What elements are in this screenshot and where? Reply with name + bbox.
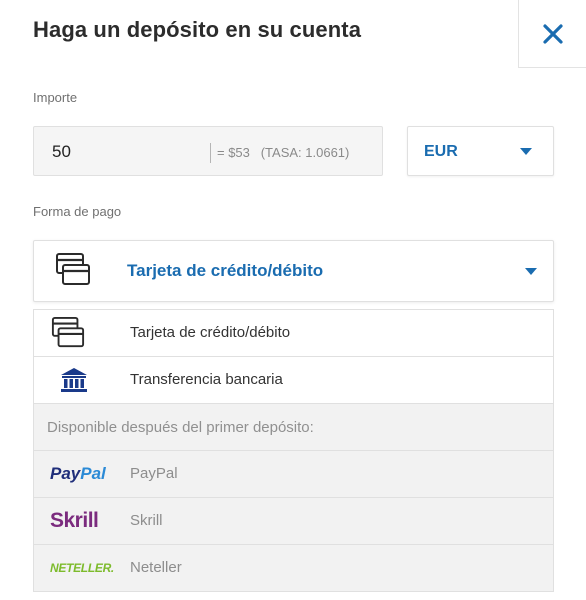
bank-icon <box>60 365 120 395</box>
option-credit-card[interactable]: Tarjeta de crédito/débito <box>34 310 553 357</box>
option-bank-transfer[interactable]: Transferencia bancaria <box>34 357 553 404</box>
option-label: PayPal <box>130 465 178 482</box>
neteller-logo: NETELLER. <box>50 561 114 575</box>
chevron-down-icon <box>520 148 532 155</box>
amount-value[interactable]: 50 <box>52 142 71 162</box>
option-label: Tarjeta de crédito/débito <box>130 324 291 341</box>
close-icon[interactable] <box>542 23 564 45</box>
dialog-title: Haga un depósito en su cuenta <box>33 17 362 42</box>
close-button[interactable] <box>518 0 586 68</box>
credit-card-icon <box>56 253 90 285</box>
chevron-down-icon <box>525 268 537 275</box>
currency-dropdown[interactable]: EUR <box>407 126 554 176</box>
payment-method-label: Forma de pago <box>33 204 122 219</box>
paypal-logo: PayPal <box>50 464 106 483</box>
option-label: Skrill <box>130 512 163 529</box>
payment-method-dropdown[interactable]: Tarjeta de crédito/débito <box>33 240 554 302</box>
skrill-logo: Skrill <box>50 509 99 532</box>
credit-card-icon <box>50 316 110 348</box>
currency-selected: EUR <box>424 143 458 160</box>
amount-input[interactable]: 50 = $53 (TASA: 1.0661) <box>33 126 383 176</box>
rate-divider <box>210 143 211 163</box>
option-label: Neteller <box>130 559 182 576</box>
conversion-rate: = $53 (TASA: 1.0661) <box>217 145 350 160</box>
option-label: Transferencia bancaria <box>130 371 283 388</box>
option-neteller: NETELLER. Neteller <box>34 545 553 592</box>
after-first-deposit-note: Disponible después del primer depósito: <box>34 404 553 451</box>
amount-label: Importe <box>33 90 78 105</box>
option-skrill: Skrill Skrill <box>34 498 553 545</box>
option-paypal: PayPal PayPal <box>34 451 553 498</box>
payment-method-selected: Tarjeta de crédito/débito <box>127 261 324 280</box>
payment-method-options: Tarjeta de crédito/débito Transferencia … <box>33 309 554 592</box>
